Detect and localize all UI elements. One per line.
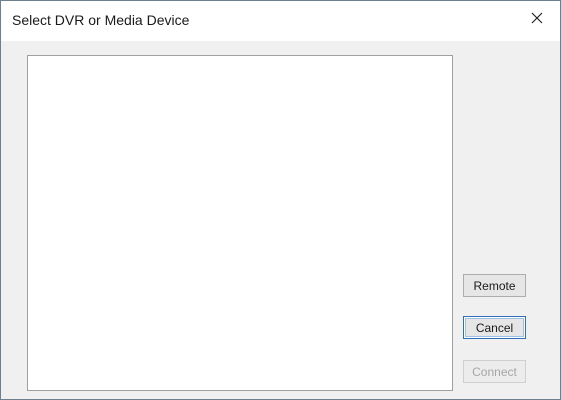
connect-button[interactable]: Connect	[463, 360, 526, 383]
close-icon	[531, 11, 543, 29]
device-list[interactable]	[27, 55, 453, 391]
title-bar: Select DVR or Media Device	[1, 1, 560, 41]
dialog-title: Select DVR or Media Device	[12, 12, 190, 28]
cancel-button[interactable]: Cancel	[463, 316, 526, 339]
dialog-body: Remote Cancel Connect	[1, 41, 560, 399]
remote-button[interactable]: Remote	[463, 274, 526, 297]
close-button[interactable]	[514, 1, 560, 39]
dialog-window: Select DVR or Media Device Remote Cancel…	[0, 0, 561, 400]
